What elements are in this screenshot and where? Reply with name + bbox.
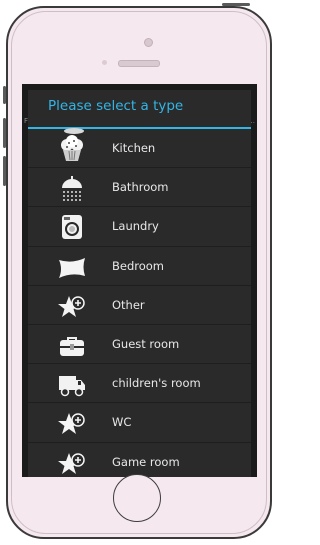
- front-camera: [144, 38, 153, 47]
- list-item-label: children's room: [112, 376, 201, 391]
- proximity-sensor: [102, 60, 107, 65]
- phone-screen: Fl m... Please select a type: [22, 84, 257, 477]
- dialog-title: Please select a type: [48, 98, 184, 114]
- list-item-label: WC: [112, 415, 132, 430]
- list-item-label: Kitchen: [112, 141, 156, 155]
- list-item-guest-room[interactable]: Guest room: [28, 325, 251, 365]
- list-item-bedroom[interactable]: Bedroom: [28, 247, 251, 286]
- volume-down-button: [3, 156, 6, 186]
- list-item-wc[interactable]: WC: [28, 403, 251, 443]
- star-add-icon: [58, 413, 85, 435]
- shower-icon: [62, 176, 82, 202]
- home-button[interactable]: [113, 474, 161, 522]
- list-item-label: Bedroom: [112, 258, 165, 273]
- washing-machine-icon: [62, 215, 82, 240]
- list-item-other[interactable]: Other: [28, 286, 251, 325]
- list-item-childrens-room[interactable]: children's room: [28, 364, 251, 404]
- list-item-label: Laundry: [112, 219, 159, 234]
- truck-icon: [59, 376, 85, 397]
- list-item-bathroom[interactable]: Bathroom: [28, 168, 251, 208]
- list-item-label: Game room: [112, 454, 180, 469]
- list-item-label: Guest room: [112, 336, 180, 351]
- pillow-icon: [59, 257, 85, 278]
- star-add-icon: [58, 295, 85, 317]
- power-button: [222, 3, 250, 6]
- earpiece-speaker: [118, 60, 160, 67]
- toolbox-icon: [60, 336, 84, 356]
- list-item-laundry[interactable]: Laundry: [28, 207, 251, 247]
- muffin-icon: [61, 135, 83, 161]
- select-type-dialog: Please select a type Kitchen Bathroom La…: [28, 90, 251, 477]
- volume-up-button: [3, 118, 6, 148]
- list-item-label: Bathroom: [112, 180, 169, 195]
- list-item-kitchen[interactable]: Kitchen: [28, 129, 251, 169]
- type-list[interactable]: Kitchen Bathroom Laundry Bedroom Other G…: [28, 128, 251, 478]
- list-item-game-room[interactable]: Game room: [28, 443, 251, 478]
- list-item-label: Other: [112, 297, 145, 312]
- star-add-icon: [58, 452, 85, 474]
- mute-switch: [3, 86, 6, 104]
